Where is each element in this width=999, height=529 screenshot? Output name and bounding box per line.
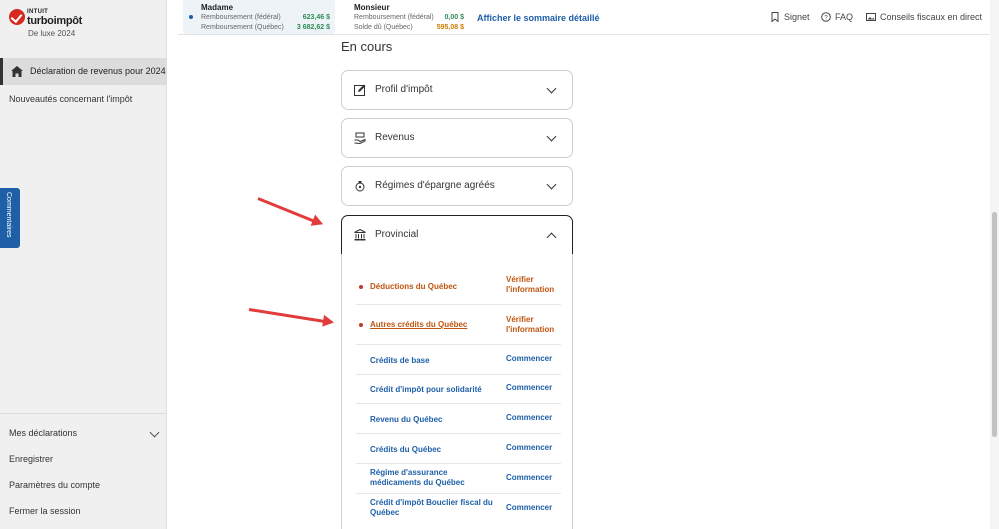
- refund-value: 0,00 $: [444, 14, 464, 21]
- selected-person-bullet: [189, 15, 193, 19]
- sidebar-item-declaration[interactable]: Déclaration de revenus pour 2024: [0, 58, 167, 85]
- live-tax-advice-button[interactable]: Conseils fiscaux en direct: [866, 12, 982, 22]
- home-icon: [11, 66, 23, 77]
- live-tax-advice-label: Conseils fiscaux en direct: [880, 12, 983, 22]
- list-item-drug-insurance[interactable]: Régime d'assurance médicaments du Québec…: [356, 464, 561, 494]
- section-title: En cours: [341, 39, 393, 54]
- chevron-up-icon: [546, 232, 557, 243]
- accordion-tax-profile[interactable]: Profil d'impôt: [341, 70, 573, 110]
- help-bubble-icon: ?: [821, 12, 831, 22]
- list-item-tax-shield[interactable]: Crédit d'impôt Bouclier fiscal du Québec…: [356, 494, 561, 524]
- annotation-arrow: [248, 308, 329, 324]
- app-window: INTUIT turboimpôt De luxe 2024 Déclarati…: [0, 0, 999, 529]
- detailed-summary-link[interactable]: Afficher le sommaire détaillé: [477, 13, 600, 23]
- chevron-down-icon: [546, 179, 557, 190]
- comments-tab-label: Commentaires: [5, 192, 12, 238]
- sidebar-item-my-returns[interactable]: Mes déclarations: [9, 428, 77, 438]
- start-link[interactable]: Commencer: [506, 383, 552, 393]
- madame-summary[interactable]: Madame Remboursement (fédéral) 623,46 $ …: [183, 0, 335, 34]
- sidebar-item-account-settings[interactable]: Paramètres du compte: [9, 480, 100, 490]
- accordion-label: Profil d'impôt: [375, 84, 433, 95]
- logo-product-name: turboimpôt: [27, 15, 83, 27]
- scrollbar-thumb[interactable]: [992, 212, 997, 437]
- piggy-bank-icon: [355, 181, 365, 192]
- item-name[interactable]: Autres crédits du Québec: [370, 320, 467, 330]
- bookmark-label: Signet: [784, 12, 810, 22]
- product-edition: De luxe 2024: [28, 29, 76, 38]
- item-name[interactable]: Crédits de base: [370, 356, 430, 366]
- accordion-registered-savings[interactable]: Régimes d'épargne agréés: [341, 166, 573, 206]
- sidebar-bottom-divider: [0, 413, 167, 414]
- person-name: Monsieur: [354, 3, 390, 12]
- list-item-quebec-credits[interactable]: Crédits du Québec Commencer: [356, 434, 561, 464]
- accordion-label: Revenus: [375, 132, 415, 143]
- verify-link[interactable]: Vérifier l'information: [506, 315, 561, 335]
- list-item-quebec-income[interactable]: Revenu du Québec Commencer: [356, 404, 561, 434]
- accordion-label: Provincial: [375, 229, 419, 240]
- item-name[interactable]: Revenu du Québec: [370, 415, 442, 425]
- item-name[interactable]: Déductions du Québec: [370, 282, 457, 292]
- list-item-quebec-deductions[interactable]: Déductions du Québec Vérifier l'informat…: [356, 270, 561, 305]
- person-name: Madame: [201, 3, 234, 12]
- sidebar: INTUIT turboimpôt De luxe 2024 Déclarati…: [0, 0, 167, 529]
- faq-button[interactable]: ? FAQ: [821, 12, 853, 22]
- item-name[interactable]: Régime d'assurance médicaments du Québec: [370, 468, 490, 488]
- chevron-down-icon: [546, 131, 557, 142]
- start-link[interactable]: Commencer: [506, 503, 552, 513]
- balance-label: Solde dû (Québec): [354, 24, 413, 31]
- verify-link[interactable]: Vérifier l'information: [506, 275, 561, 295]
- accordion-provincial[interactable]: Provincial: [341, 215, 573, 255]
- chevron-down-icon[interactable]: [149, 427, 160, 438]
- sidebar-item-save[interactable]: Enregistrer: [9, 454, 53, 464]
- accordion-income[interactable]: Revenus: [341, 118, 573, 158]
- attention-dot: [359, 285, 363, 289]
- sidebar-item-label: Déclaration de revenus pour 2024: [30, 66, 166, 76]
- start-link[interactable]: Commencer: [506, 413, 552, 423]
- sidebar-item-news[interactable]: Nouveautés concernant l'impôt: [9, 94, 132, 104]
- provincial-panel: Déductions du Québec Vérifier l'informat…: [341, 254, 573, 529]
- refund-summary-bar: Madame Remboursement (fédéral) 623,46 $ …: [178, 0, 990, 35]
- refund-value: 3 682,62 $: [296, 24, 330, 31]
- start-link[interactable]: Commencer: [506, 443, 552, 453]
- checkmark-logo-icon: [9, 9, 25, 25]
- start-link[interactable]: Commencer: [506, 354, 552, 364]
- item-name[interactable]: Crédit d'impôt pour solidarité: [370, 385, 482, 395]
- start-link[interactable]: Commencer: [506, 473, 552, 483]
- attention-dot: [359, 323, 363, 327]
- image-icon: [866, 13, 876, 21]
- refund-label: Remboursement (Québec): [201, 24, 284, 31]
- refund-value: 623,46 $: [302, 14, 330, 21]
- page-scrollbar[interactable]: [990, 0, 999, 529]
- government-building-icon: [354, 229, 366, 241]
- bookmark-icon: [771, 12, 779, 22]
- item-name[interactable]: Crédits du Québec: [370, 445, 441, 455]
- refund-label: Remboursement (fédéral): [201, 14, 281, 21]
- bookmark-button[interactable]: Signet: [770, 12, 810, 22]
- annotation-arrow: [257, 197, 318, 224]
- balance-value: 595,08 $: [436, 24, 464, 31]
- list-item-basic-credits[interactable]: Crédits de base Commencer: [356, 345, 561, 375]
- edit-icon: [354, 84, 366, 96]
- money-hand-icon: [354, 132, 366, 144]
- faq-label: FAQ: [835, 12, 854, 22]
- list-item-other-quebec-credits[interactable]: Autres crédits du Québec Vérifier l'info…: [356, 305, 561, 345]
- comments-tab[interactable]: Commentaires: [0, 188, 20, 248]
- chevron-down-icon: [546, 83, 557, 94]
- sidebar-item-sign-out[interactable]: Fermer la session: [9, 506, 81, 516]
- list-item-solidarity-credit[interactable]: Crédit d'impôt pour solidarité Commencer: [356, 375, 561, 404]
- monsieur-summary[interactable]: Monsieur Remboursement (fédéral) 0,00 $ …: [349, 0, 469, 34]
- accordion-label: Régimes d'épargne agréés: [375, 180, 495, 191]
- item-name[interactable]: Crédit d'impôt Bouclier fiscal du Québec: [370, 498, 500, 518]
